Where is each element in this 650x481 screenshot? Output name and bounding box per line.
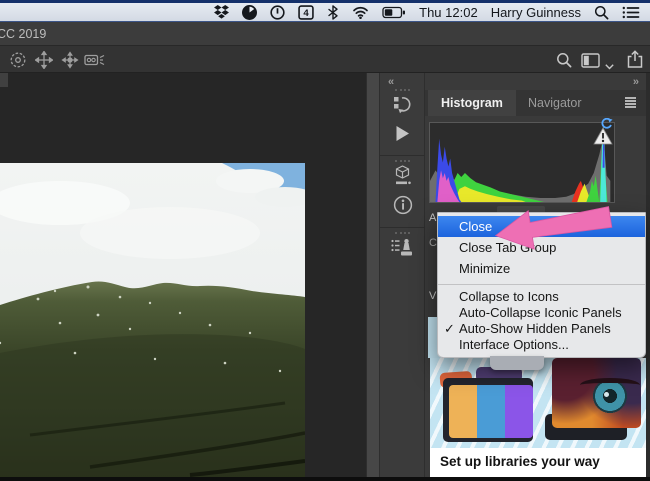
wifi-icon[interactable] <box>352 5 369 19</box>
tab-navigator[interactable]: Navigator <box>515 90 595 116</box>
panel-menu-icon[interactable] <box>625 97 636 109</box>
menu-separator <box>438 284 645 285</box>
calendar-icon[interactable]: 4 <box>298 5 314 20</box>
libraries-promo-caption-bar: Set up libraries your way <box>430 448 646 477</box>
menu-item-auto-show-hidden-panels[interactable]: ✓Auto-Show Hidden Panels <box>438 321 645 337</box>
info-panel-icon[interactable] <box>393 195 413 220</box>
bluetooth-icon[interactable] <box>327 5 339 20</box>
photoshop-screen: 4 Thu 12:02 Harry Guinness <box>0 0 650 481</box>
canvas-area[interactable] <box>0 73 366 481</box>
promo-swatch-purple <box>505 385 533 438</box>
hidden-panel-text-fragment: V <box>429 290 436 302</box>
share-icon[interactable] <box>626 50 644 74</box>
drag-handle[interactable] <box>395 232 410 234</box>
dropbox-icon[interactable] <box>214 5 229 19</box>
menu-item-minimize[interactable]: Minimize <box>438 258 645 279</box>
histogram-plot <box>429 122 615 203</box>
window-right-edge <box>646 73 650 481</box>
panel-tab-bar: Histogram Navigator <box>425 90 646 116</box>
calendar-day: 4 <box>303 8 309 19</box>
menu-item-collapse-to-icons[interactable]: Collapse to Icons <box>438 289 645 305</box>
hidden-panel-text-fragment: A <box>429 212 436 224</box>
menu-item-label: Interface Options... <box>459 337 569 352</box>
workspace-switcher-icon[interactable] <box>581 53 600 73</box>
menu-item-label: Minimize <box>459 261 510 276</box>
checkmark-icon: ✓ <box>444 321 458 337</box>
drag-handle[interactable] <box>395 89 410 91</box>
window-titlebar[interactable]: CC 2019 <box>0 22 650 46</box>
history-panel-icon[interactable] <box>393 95 412 120</box>
menu-item-label: Collapse to Icons <box>459 289 559 304</box>
menu-item-interface-options[interactable]: Interface Options... <box>438 337 645 353</box>
window-title: CC 2019 <box>0 27 46 41</box>
clone-source-panel-icon[interactable] <box>391 238 414 265</box>
actions-panel-icon[interactable] <box>395 125 410 147</box>
clock-app-icon[interactable] <box>242 5 257 20</box>
tab-histogram[interactable]: Histogram <box>428 90 516 116</box>
open-photo-hillside[interactable] <box>0 163 305 478</box>
search-icon[interactable] <box>594 5 609 20</box>
drag-handle[interactable] <box>395 160 410 162</box>
promo-eye-image <box>552 358 641 428</box>
rotate-view-icon[interactable] <box>9 51 27 74</box>
transform-move-icon[interactable] <box>61 51 79 74</box>
menu-item-label: Close <box>459 219 492 234</box>
collapsed-panel-strip: « <box>380 73 425 477</box>
menubar-clock[interactable]: Thu 12:02 <box>419 5 478 20</box>
move-arrows-icon[interactable] <box>35 51 53 74</box>
promo-swatch-amber <box>449 385 477 438</box>
menu-item-label: Auto-Show Hidden Panels <box>459 321 611 336</box>
window-bottom-edge <box>0 477 650 481</box>
panel-divider[interactable] <box>366 73 380 477</box>
search-icon[interactable] <box>556 52 572 73</box>
menu-item-label: Auto-Collapse Iconic Panels <box>459 305 622 320</box>
histogram-warning-icon[interactable] <box>593 127 613 150</box>
context-menu-bottom-tab <box>490 356 544 370</box>
menubar-user[interactable]: Harry Guinness <box>491 5 581 20</box>
list-menu-icon[interactable] <box>622 6 640 19</box>
collapse-panels-right-button[interactable]: » <box>633 76 638 88</box>
hidden-panel-text-fragment: C <box>429 237 437 249</box>
macos-menubar: 4 Thu 12:02 Harry Guinness <box>0 0 650 22</box>
3d-panel-icon[interactable] <box>393 165 412 192</box>
libraries-promo-caption: Set up libraries your way <box>440 454 600 469</box>
collapse-panels-left-button[interactable]: « <box>388 76 393 88</box>
options-bar <box>0 46 650 73</box>
menu-item-auto-collapse-iconic-panels[interactable]: Auto-Collapse Iconic Panels <box>438 305 645 321</box>
video-camera-icon[interactable] <box>84 51 106 74</box>
promo-swatch-blue <box>477 385 505 438</box>
battery-icon[interactable] <box>382 6 406 19</box>
libraries-promo-image <box>430 358 646 448</box>
power-app-icon[interactable] <box>270 5 285 20</box>
canvas-corner <box>0 73 8 87</box>
